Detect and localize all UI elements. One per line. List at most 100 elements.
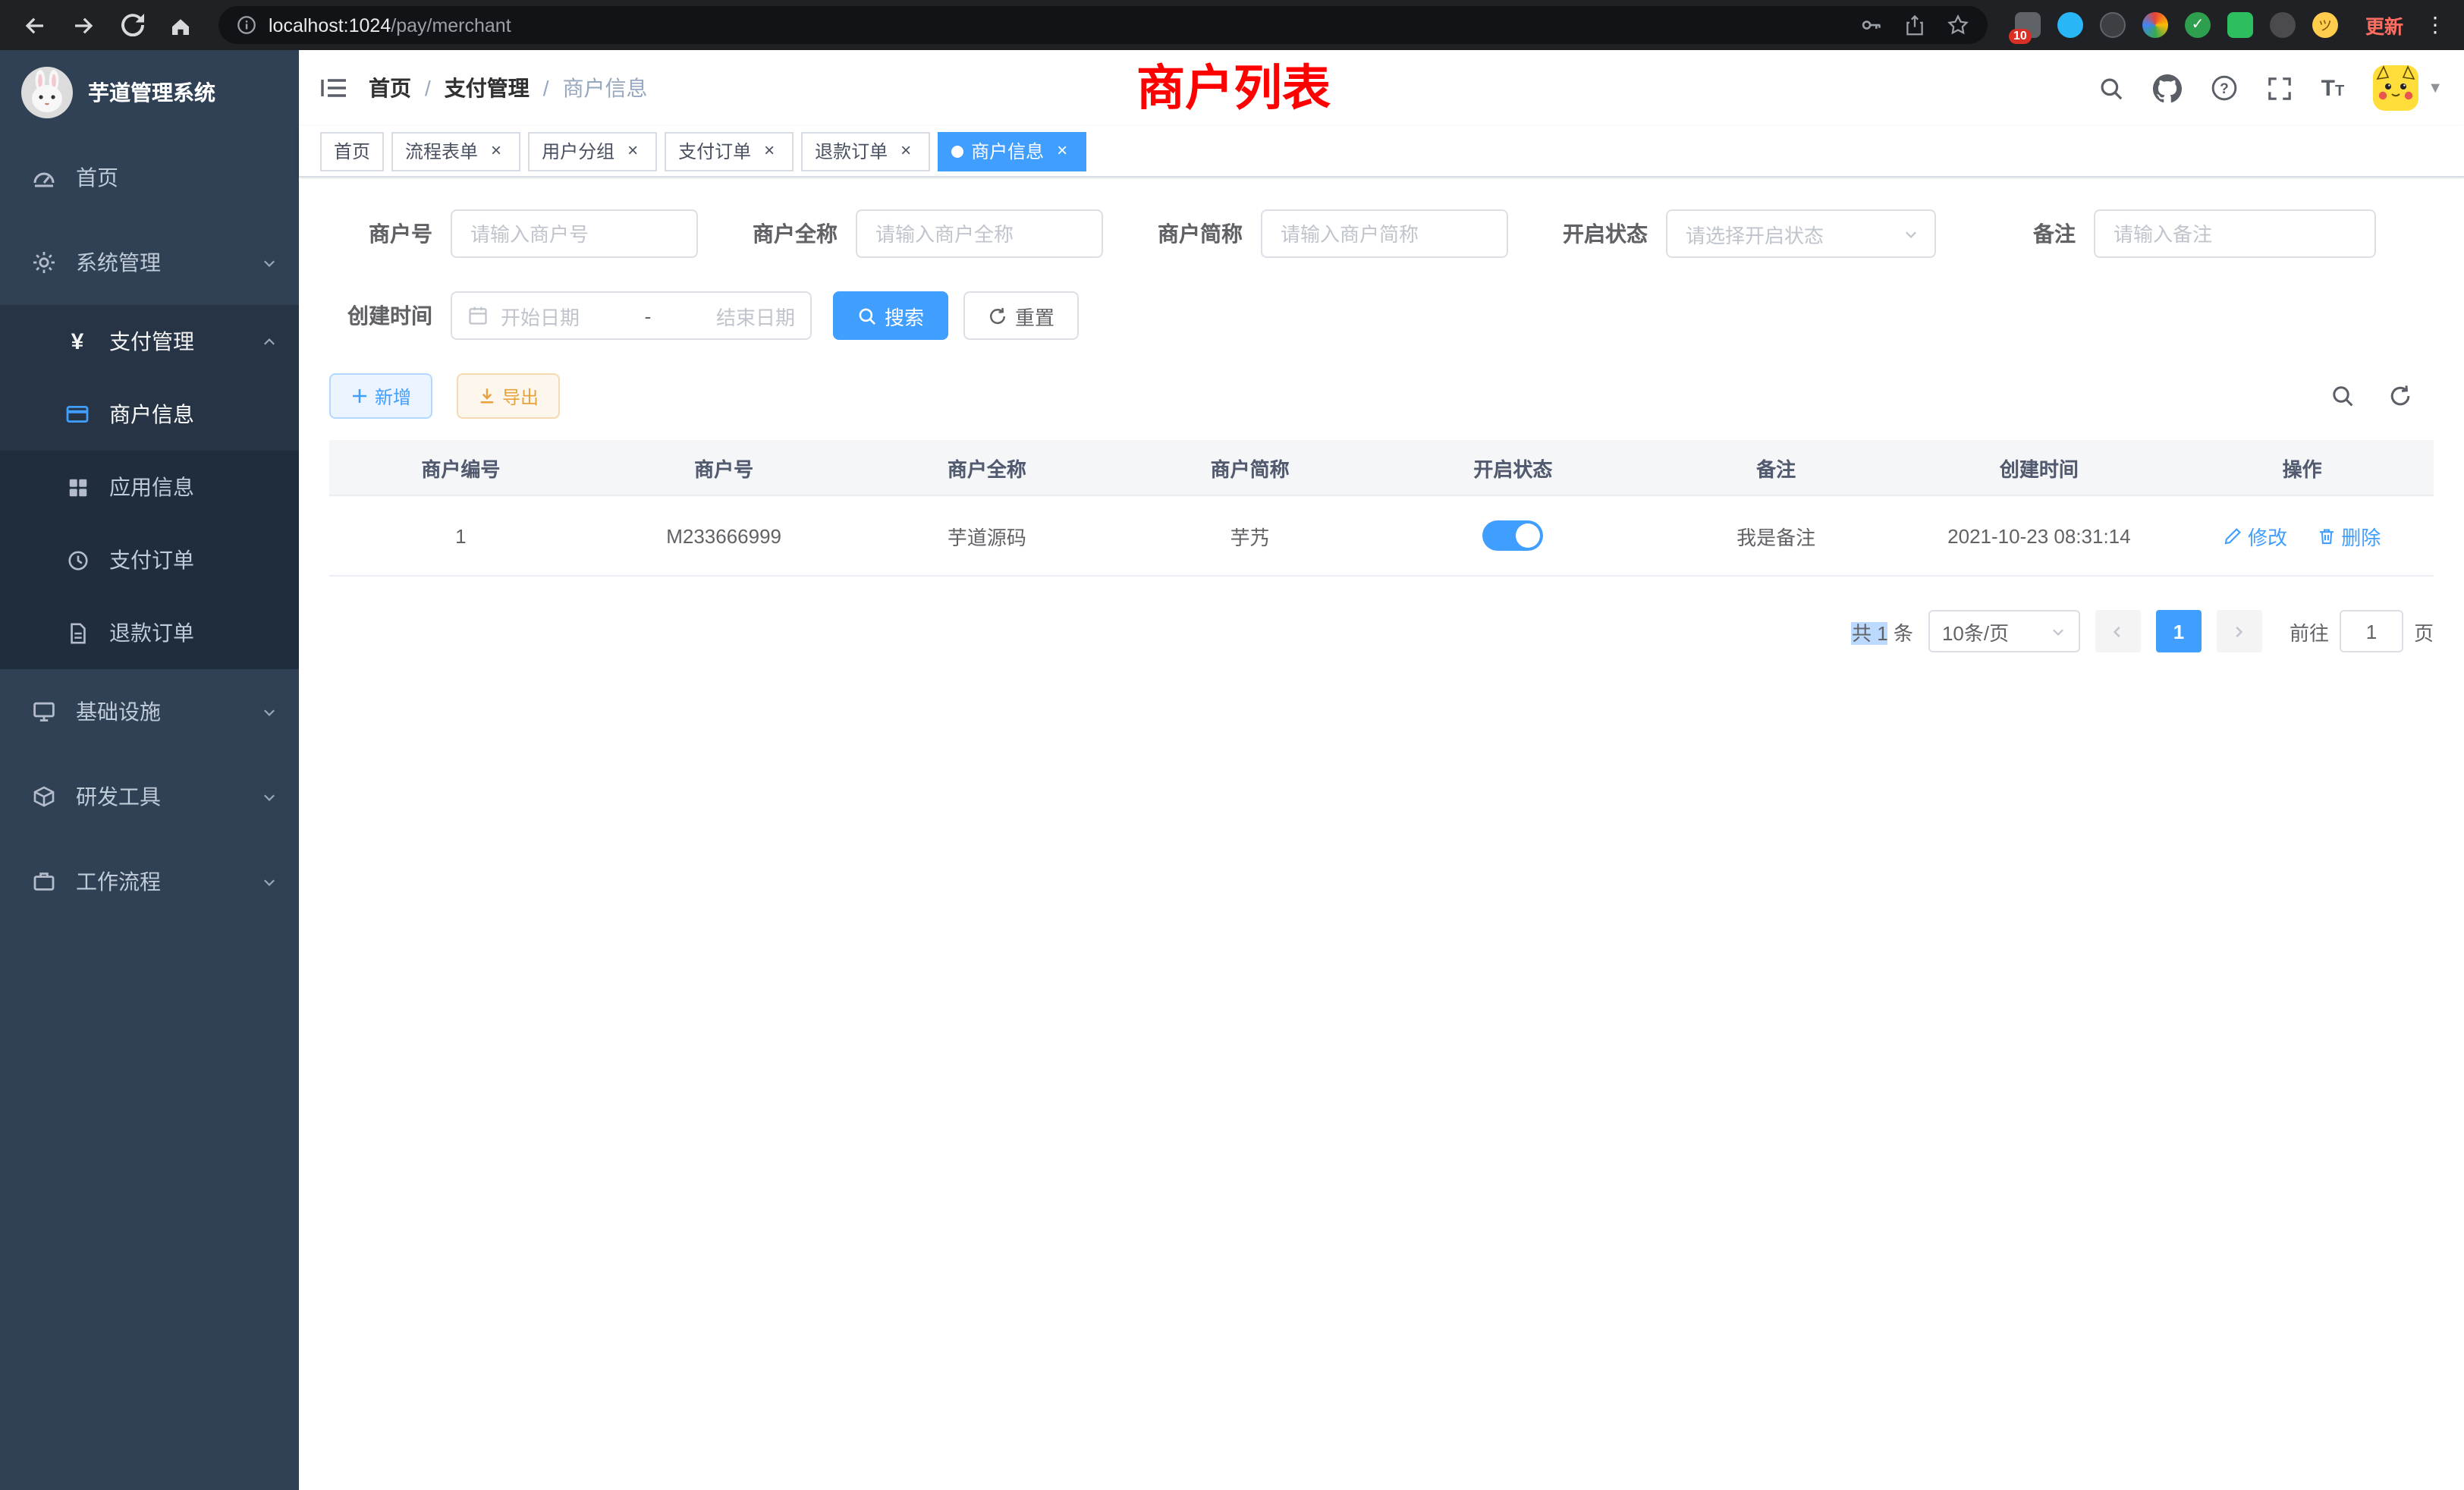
extension-icon-4[interactable] (2142, 12, 2168, 38)
merchant-no-input[interactable] (451, 209, 698, 258)
sidebar-item-app-info[interactable]: 应用信息 (0, 451, 299, 523)
help-icon[interactable]: ? (2211, 74, 2238, 102)
back-arrow-icon (23, 13, 47, 37)
chevron-down-icon (261, 788, 278, 805)
search-icon[interactable] (2098, 75, 2124, 101)
tags-view: 首页 流程表单 × 用户分组 × 支付订单 × 退款订单 × 商户信息 × (299, 126, 2464, 178)
tab-refund-orders[interactable]: 退款订单 × (801, 131, 930, 171)
sidebar-item-label: 支付管理 (109, 326, 194, 357)
sidebar-item-home[interactable]: 首页 (0, 135, 299, 220)
fullscreen-icon[interactable] (2267, 75, 2293, 101)
goto-page-input[interactable] (2340, 610, 2403, 652)
refresh-table-icon[interactable] (2388, 384, 2412, 408)
url-host: localhost:1024 (269, 14, 391, 36)
add-button[interactable]: 新增 (329, 373, 432, 419)
close-icon[interactable]: × (1051, 140, 1073, 162)
sidebar-item-infra[interactable]: 基础设施 (0, 669, 299, 754)
table-right-tools (2330, 384, 2434, 408)
tab-payment-orders[interactable]: 支付订单 × (665, 131, 794, 171)
reset-button[interactable]: 重置 (963, 291, 1079, 340)
extension-icon-1[interactable]: 10 (2015, 12, 2041, 38)
sidebar-item-system[interactable]: 系统管理 (0, 220, 299, 305)
sidebar-item-merchant-info[interactable]: 商户信息 (0, 378, 299, 451)
browser-reload-button[interactable] (112, 5, 152, 45)
password-key-icon[interactable] (1860, 14, 1883, 36)
goto-page: 前往 页 (2290, 610, 2434, 652)
search-button[interactable]: 搜索 (833, 291, 948, 340)
breadcrumb: 首页 / 支付管理 / 商户信息 (369, 73, 648, 103)
trash-icon (2317, 526, 2337, 545)
filter-merchant-name: 商户全称 (734, 209, 1103, 258)
sidebar-item-payment-orders[interactable]: 支付订单 (0, 523, 299, 596)
remark-label: 备注 (1972, 218, 2094, 249)
sidebar-item-refund-orders[interactable]: 退款订单 (0, 596, 299, 669)
close-icon[interactable]: × (895, 140, 916, 162)
add-button-label: 新增 (375, 383, 411, 409)
status-toggle[interactable] (1482, 520, 1543, 551)
tab-user-group[interactable]: 用户分组 × (528, 131, 657, 171)
close-icon[interactable]: × (486, 140, 507, 162)
sidebar-fold-icon[interactable] (320, 76, 347, 100)
start-date-placeholder: 开始日期 (501, 301, 580, 330)
extension-icon-2[interactable] (2057, 12, 2083, 38)
sidebar-item-label: 基础设施 (76, 696, 161, 727)
toggle-search-icon[interactable] (2330, 384, 2355, 408)
delete-link[interactable]: 删除 (2317, 521, 2381, 550)
create-time-label: 创建时间 (329, 300, 451, 331)
tab-process-form[interactable]: 流程表单 × (391, 131, 520, 171)
user-menu[interactable]: ▼ (2373, 65, 2443, 111)
merchant-name-input[interactable] (856, 209, 1103, 258)
tab-label: 退款订单 (815, 138, 888, 164)
breadcrumb-separator: / (425, 76, 431, 100)
status-select[interactable]: 请选择开启状态 (1666, 209, 1936, 258)
tab-label: 支付订单 (678, 138, 751, 164)
export-button[interactable]: 导出 (457, 373, 560, 419)
close-icon[interactable]: × (622, 140, 643, 162)
browser-home-button[interactable] (161, 5, 200, 45)
extension-icon-3[interactable] (2100, 12, 2126, 38)
breadcrumb-home[interactable]: 首页 (369, 73, 411, 103)
breadcrumb-payment[interactable]: 支付管理 (445, 73, 530, 103)
page-number-button[interactable]: 1 (2156, 610, 2202, 652)
merchant-short-name-label: 商户简称 (1139, 218, 1261, 249)
merchant-short-name-input[interactable] (1261, 209, 1508, 258)
cell-create-time: 2021-10-23 08:31:14 (1908, 495, 2171, 576)
sidebar-item-label: 系统管理 (76, 247, 161, 278)
filter-status: 开启状态 请选择开启状态 (1545, 209, 1936, 258)
document-icon (64, 621, 91, 644)
extension-icon-8[interactable]: ツ (2312, 12, 2338, 38)
extension-icon-6[interactable] (2227, 12, 2253, 38)
extension-icon-7[interactable] (2270, 12, 2296, 38)
browser-menu-button[interactable]: ⋮ (2422, 12, 2449, 38)
date-range-picker[interactable]: 开始日期 - 结束日期 (451, 291, 812, 340)
sidebar-item-payment[interactable]: ¥ 支付管理 (0, 305, 299, 378)
download-icon (478, 387, 496, 405)
share-icon[interactable] (1904, 14, 1925, 36)
chrome-update-button[interactable]: 更新 (2356, 6, 2412, 44)
page-size-select[interactable]: 10条/页 (1928, 610, 2080, 652)
bookmark-star-icon[interactable] (1947, 14, 1969, 36)
remark-input[interactable] (2094, 209, 2376, 258)
prev-page-button[interactable] (2095, 610, 2141, 652)
tab-merchant-info[interactable]: 商户信息 × (938, 131, 1086, 171)
filter-remark: 备注 (1972, 209, 2376, 258)
pagination-total-highlight: 共 1 (1852, 621, 1888, 644)
sidebar-item-workflow[interactable]: 工作流程 (0, 839, 299, 924)
gear-icon (30, 250, 58, 275)
cell-remark: 我是备注 (1645, 495, 1908, 576)
pagination-total-unit: 条 (1894, 621, 1913, 644)
edit-link[interactable]: 修改 (2224, 521, 2287, 550)
close-icon[interactable]: × (759, 140, 780, 162)
cell-status (1381, 495, 1645, 576)
github-icon[interactable] (2153, 74, 2182, 102)
next-page-button[interactable] (2217, 610, 2262, 652)
browser-back-button[interactable] (15, 5, 55, 45)
sidebar-item-dev-tools[interactable]: 研发工具 (0, 754, 299, 839)
browser-forward-button[interactable] (64, 5, 103, 45)
chevron-up-icon (261, 333, 278, 350)
goto-label: 前往 (2290, 617, 2329, 646)
extension-icon-5[interactable]: ✓ (2185, 12, 2211, 38)
font-size-icon[interactable]: TT (2321, 77, 2345, 99)
address-bar[interactable]: localhost:1024/pay/merchant (218, 6, 1988, 44)
tab-home[interactable]: 首页 (320, 131, 384, 171)
